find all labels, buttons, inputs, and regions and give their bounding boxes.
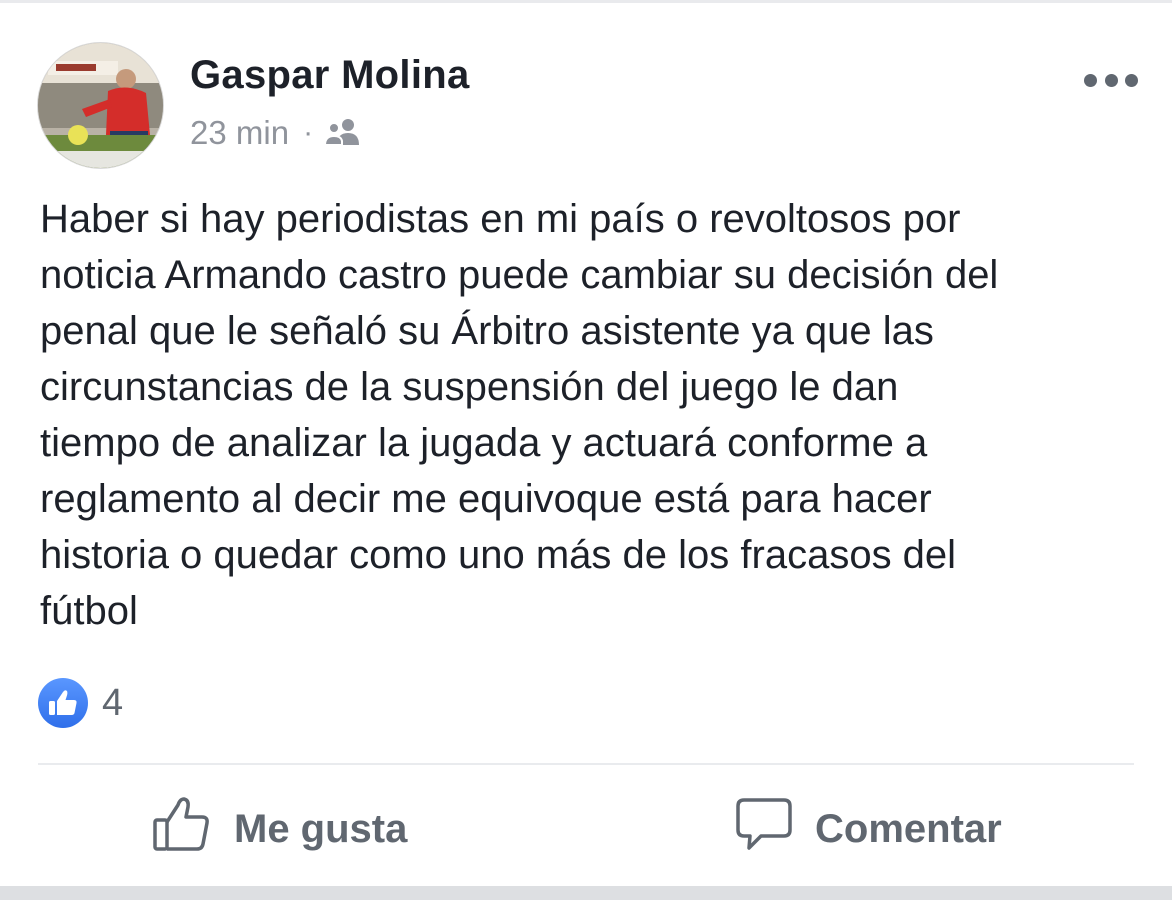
more-dot xyxy=(1104,73,1118,87)
post-body-text: Haber si hay periodistas en mi país o re… xyxy=(40,197,999,633)
like-button[interactable]: Me gusta xyxy=(152,793,407,865)
post-meta: 23 min · xyxy=(190,111,363,155)
author-name[interactable]: Gaspar Molina xyxy=(190,53,470,98)
more-dot xyxy=(1084,73,1097,87)
avatar-photo xyxy=(38,43,163,168)
comment-button[interactable]: Comentar xyxy=(735,793,1002,865)
facebook-post: Gaspar Molina 23 min · Haber si hay peri… xyxy=(0,0,1172,900)
reactions-summary[interactable]: 4 xyxy=(38,678,123,728)
more-dot xyxy=(1125,73,1138,87)
comment-button-label: Comentar xyxy=(815,806,1002,851)
more-options-button[interactable] xyxy=(1084,65,1138,95)
divider xyxy=(38,763,1134,765)
avatar[interactable] xyxy=(38,43,163,168)
like-outline-icon xyxy=(152,795,212,863)
like-button-label: Me gusta xyxy=(234,806,408,851)
friends-icon[interactable] xyxy=(323,117,363,149)
post-timestamp[interactable]: 23 min xyxy=(190,114,289,152)
thumbs-up-icon xyxy=(38,678,88,728)
meta-separator: · xyxy=(303,116,314,149)
reaction-count: 4 xyxy=(102,681,124,724)
feed-separator xyxy=(0,886,1172,900)
comment-bubble-icon xyxy=(735,796,793,862)
